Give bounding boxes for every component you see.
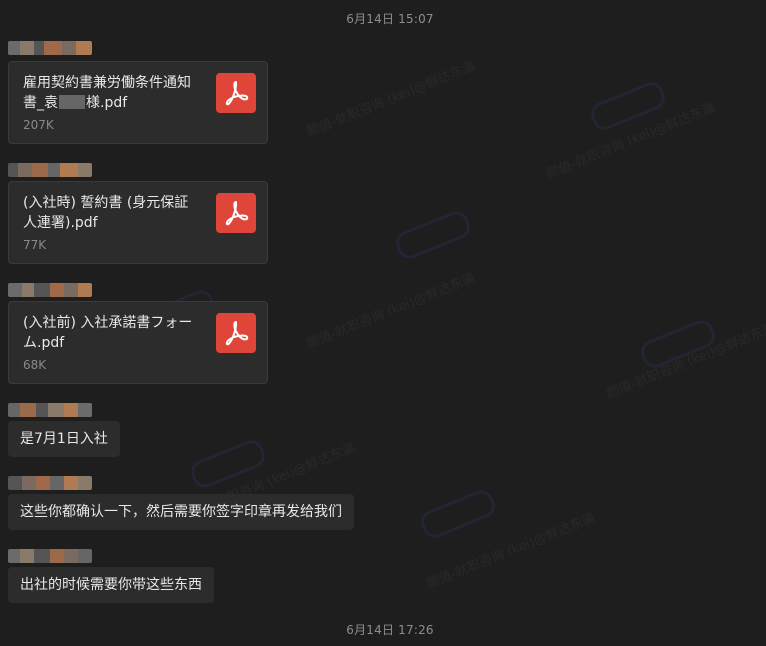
pdf-icon xyxy=(216,73,256,113)
file-size: 68K xyxy=(23,358,47,372)
file-size: 77K xyxy=(23,238,47,252)
sender-name-redacted xyxy=(8,403,92,417)
message-timestamp: 6月14日 17:26 xyxy=(346,623,434,637)
watermark-text: 颜值-就职咨询 (kei)@鲜达东瀛 xyxy=(544,100,718,183)
text-message[interactable]: 是7月1日入社 xyxy=(8,421,120,457)
watermark-logo xyxy=(587,78,669,134)
sender-name-redacted xyxy=(8,476,92,490)
file-attachment[interactable]: 雇用契約書兼労働条件通知 書_袁 様.pdf 207K xyxy=(8,61,268,144)
file-attachment[interactable]: (入社前) 入社承諾書フォー ム.pdf 68K xyxy=(8,301,268,384)
redacted-name xyxy=(59,95,85,109)
watermark-text: 颜值-就职咨询 (kei)@鲜达东瀛 xyxy=(304,270,478,353)
watermark-text: 颜值-就职咨询 (kei)@鲜达东瀛 xyxy=(304,58,478,141)
text-message[interactable]: 这些你都确认一下，然后需要你签字印章再发给我们 xyxy=(8,494,354,530)
watermark-logo xyxy=(392,207,474,263)
chat-area: 颜值-就职咨询 (kei)@鲜达东瀛 颜值-就职咨询 (kei)@鲜达东瀛 颜值… xyxy=(0,0,766,646)
sender-name-redacted xyxy=(8,549,92,563)
watermark-text: 颜值-就职咨询 (kei)@鲜达东瀛 xyxy=(604,320,766,403)
file-attachment[interactable]: (入社時) 誓約書 (身元保証 人連署).pdf 77K xyxy=(8,181,268,264)
sender-name-redacted xyxy=(8,283,92,297)
file-size: 207K xyxy=(23,118,54,132)
watermark-logo xyxy=(637,316,719,372)
watermark-text: 颜值-就职咨询 (kei)@鲜达东瀛 xyxy=(424,510,598,593)
pdf-icon xyxy=(216,313,256,353)
text-message[interactable]: 出社的时候需要你带这些东西 xyxy=(8,567,214,603)
file-name: 雇用契約書兼労働条件通知 書_袁 様.pdf xyxy=(23,75,191,111)
file-name: (入社前) 入社承諾書フォー ム.pdf xyxy=(23,315,193,351)
file-name: (入社時) 誓約書 (身元保証 人連署).pdf xyxy=(23,195,189,231)
sender-name-redacted xyxy=(8,163,92,177)
pdf-icon xyxy=(216,193,256,233)
message-timestamp: 6月14日 15:07 xyxy=(346,12,434,26)
watermark-logo xyxy=(417,486,499,542)
sender-name-redacted xyxy=(8,41,92,55)
watermark-logo xyxy=(187,436,269,492)
